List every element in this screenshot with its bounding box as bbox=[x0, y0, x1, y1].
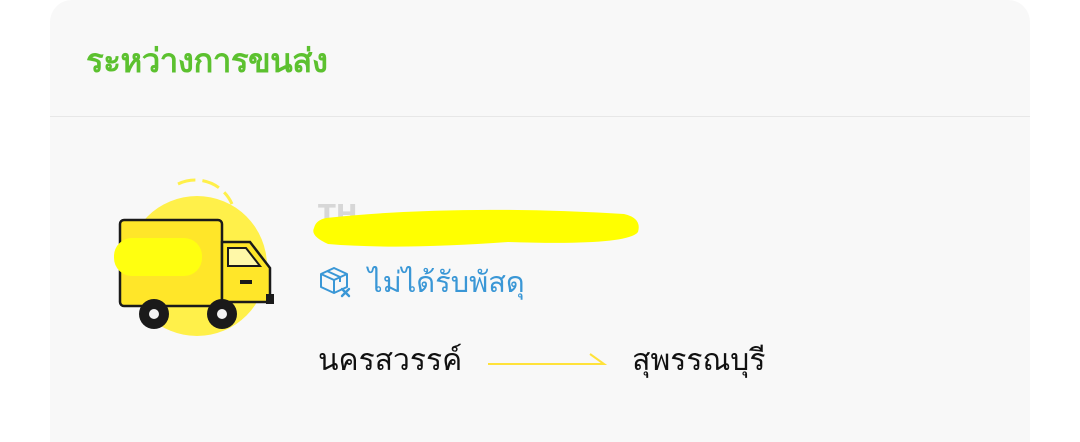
shipment-card: ระหว่างการขนส่ง TH ไม่ได้รับพัสดุ นครสวร… bbox=[50, 0, 1030, 442]
origin-city: นครสวรรค์ bbox=[318, 342, 463, 378]
card-header: ระหว่างการขนส่ง bbox=[50, 0, 1030, 117]
destination-city: สุพรรณบุรี bbox=[632, 342, 766, 378]
shipment-status-title: ระหว่างการขนส่ง bbox=[86, 41, 328, 80]
parcel-status-text: ไม่ได้รับพัสดุ bbox=[368, 265, 525, 299]
route-row: นครสวรรค์ สุพรรณบุรี bbox=[318, 338, 765, 382]
arrow-right-icon bbox=[488, 353, 608, 365]
tracking-number-redaction bbox=[313, 209, 639, 247]
parcel-missing-icon bbox=[320, 267, 351, 298]
parcel-status-row[interactable]: ไม่ได้รับพัสดุ bbox=[318, 262, 525, 302]
delivery-truck-icon bbox=[114, 178, 274, 336]
